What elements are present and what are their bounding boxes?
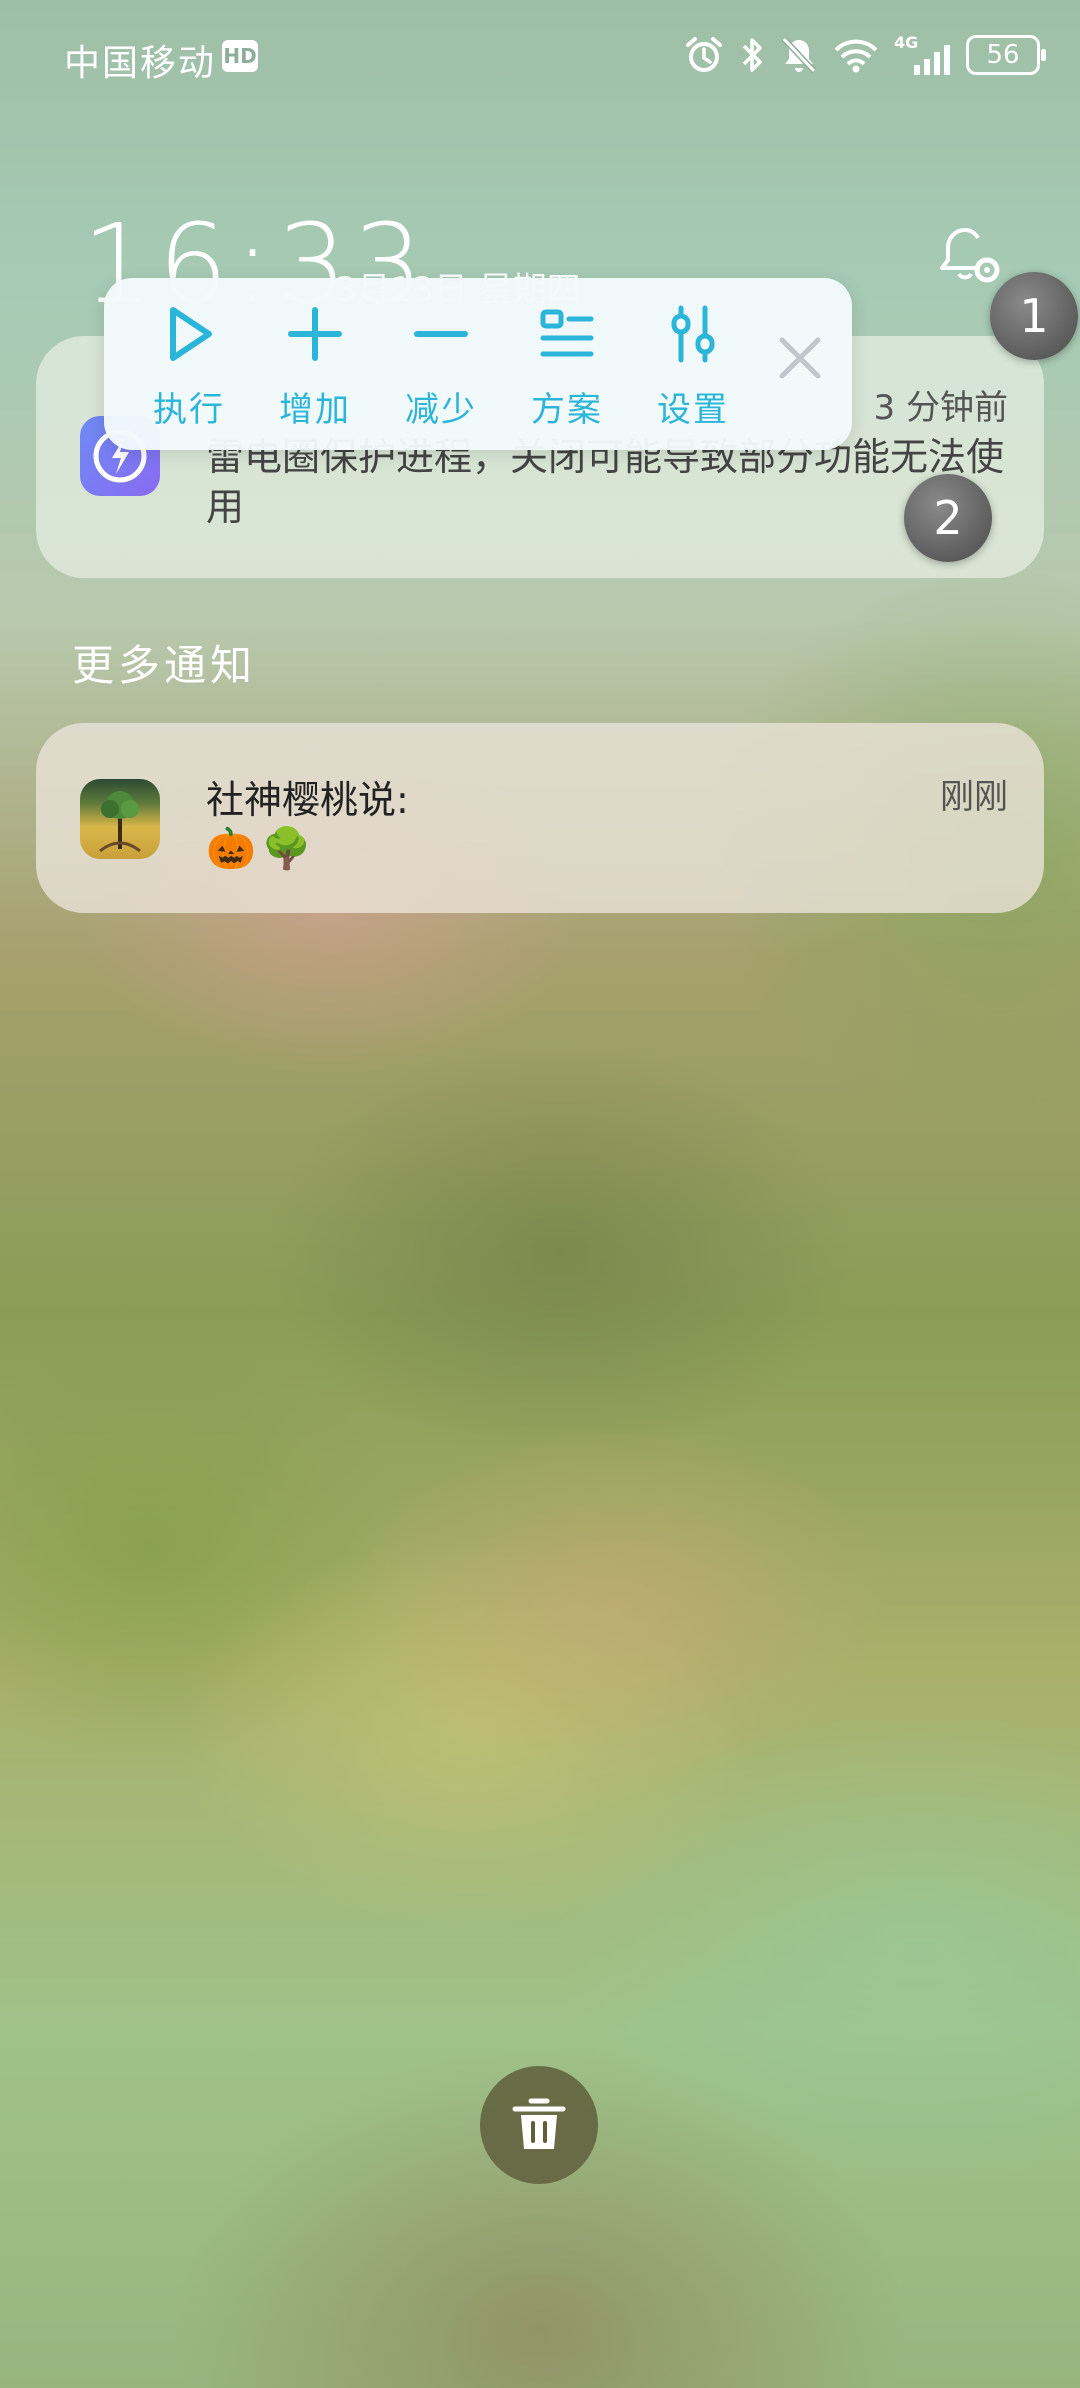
- wifi-icon: [834, 39, 878, 73]
- notification-body: 🎃 🌳: [206, 825, 312, 872]
- signal-icon: [914, 45, 950, 75]
- clear-notifications-button[interactable]: [480, 2066, 598, 2184]
- plus-icon: [288, 307, 342, 361]
- cellular-signal: 4G: [894, 33, 952, 75]
- notification-title: 社神樱桃说:: [206, 778, 409, 822]
- battery-level: 56: [986, 40, 1020, 70]
- play-icon: [170, 307, 212, 361]
- decrease-button[interactable]: 减少: [386, 298, 496, 431]
- floating-bubble-1[interactable]: 1: [990, 272, 1078, 360]
- increase-label: 增加: [279, 390, 351, 430]
- carrier-label: 中国移动: [64, 43, 217, 84]
- decrease-label: 减少: [405, 390, 477, 430]
- sliders-icon: [671, 305, 715, 363]
- hd-badge: HD: [222, 40, 258, 72]
- execute-label: 执行: [153, 390, 225, 430]
- status-icons: 4G 56: [684, 32, 1046, 78]
- close-icon: [779, 337, 821, 379]
- scheme-button[interactable]: 方案: [512, 298, 622, 431]
- tree-emoji: 🌳: [261, 826, 312, 872]
- mute-bell-icon: [781, 36, 817, 74]
- notification-time: 刚刚: [940, 777, 1008, 817]
- settings-button[interactable]: 设置: [638, 298, 748, 431]
- bluetooth-icon: [742, 38, 762, 72]
- notification-card[interactable]: 社神樱桃说: 刚刚 🎃 🌳: [36, 723, 1044, 913]
- alarm-icon: [686, 37, 722, 72]
- tree-app-icon: [80, 779, 160, 859]
- status-bar: 中国移动 HD 4G 56: [0, 0, 1080, 110]
- increase-button[interactable]: 增加: [260, 298, 370, 431]
- notification-time: 3 分钟前: [873, 388, 1008, 428]
- floating-toolbar: 执行 增加 减少 方案 设置: [104, 278, 852, 450]
- scheme-label: 方案: [531, 390, 603, 430]
- pumpkin-emoji: 🎃: [206, 826, 256, 872]
- minus-icon: [414, 331, 468, 337]
- list-icon: [540, 309, 594, 357]
- notification-settings-icon[interactable]: [935, 222, 1007, 298]
- trash-icon: [512, 2098, 566, 2149]
- execute-button[interactable]: 执行: [134, 298, 244, 431]
- floating-bubble-2[interactable]: 2: [904, 474, 992, 562]
- close-button[interactable]: [772, 330, 828, 386]
- settings-label: 设置: [657, 390, 729, 430]
- more-notifications-title: 更多通知: [72, 641, 257, 690]
- battery-icon: 56: [966, 35, 1046, 75]
